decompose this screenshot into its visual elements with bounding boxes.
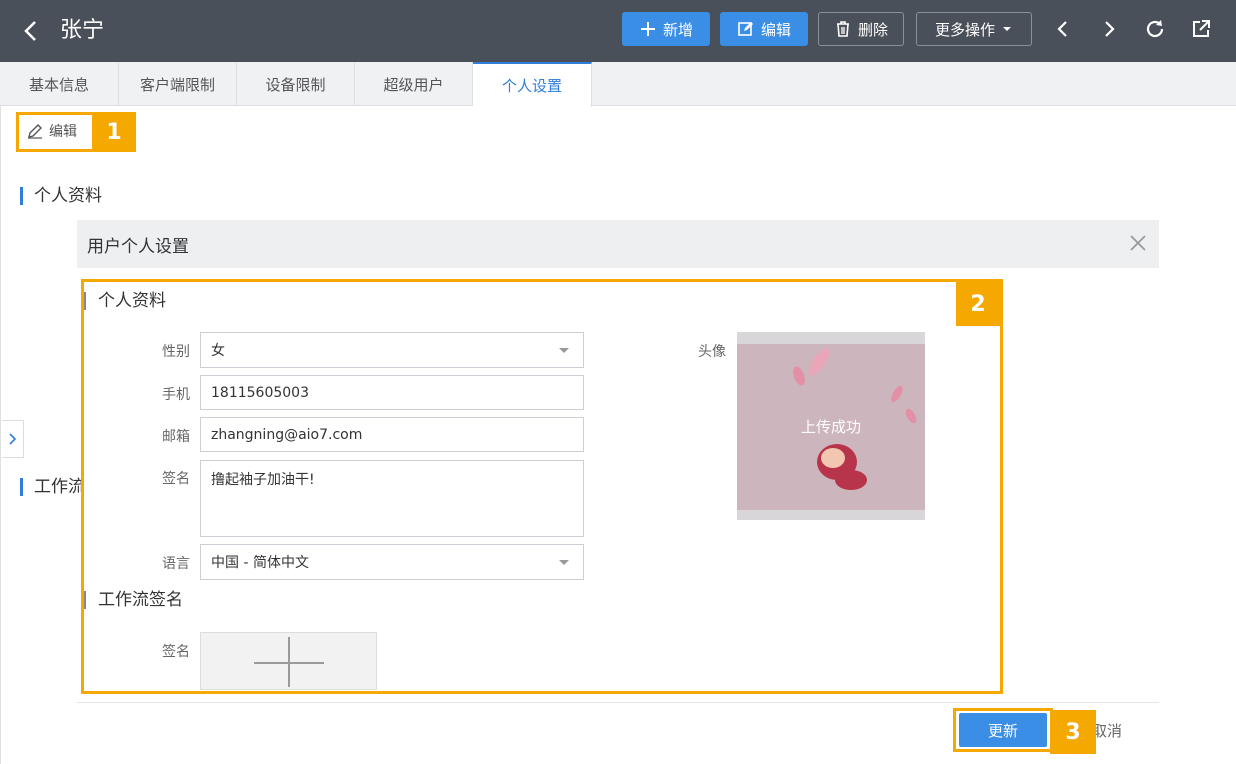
page: 张宁 新增 编辑 删除 更多操作 基本信息 客户端限制 设备限制 超级用户 个人… <box>0 0 1236 764</box>
avatar-upload[interactable]: 上传成功 <box>737 332 925 520</box>
edit-header-button[interactable]: 编辑 <box>720 12 808 46</box>
avatar-label: 头像 <box>698 344 726 360</box>
language-value: 中国 - 简体中文 <box>211 555 309 571</box>
more-actions-label: 更多操作 <box>934 20 995 39</box>
plus-icon <box>640 22 655 36</box>
section-workflow-partial: 工作流 <box>20 476 85 498</box>
update-button[interactable]: 更新 <box>959 713 1047 747</box>
tab-personal-settings[interactable]: 个人设置 <box>473 62 592 107</box>
phone-value: 18115605003 <box>211 384 309 401</box>
signature-textarea[interactable]: 撸起袖子加油干! <box>200 460 584 537</box>
gender-label: 性别 <box>162 344 190 360</box>
email-label: 邮箱 <box>162 429 190 445</box>
top-header: 张宁 新增 编辑 删除 更多操作 <box>0 0 1236 62</box>
signature-value: 撸起袖子加油干! <box>211 472 315 488</box>
dialog-header: 用户个人设置 <box>77 220 1159 268</box>
page-title: 张宁 <box>60 18 105 43</box>
tab-super-user[interactable]: 超级用户 <box>355 62 473 106</box>
delete-button-label: 删除 <box>857 20 888 39</box>
tab-basic-info[interactable]: 基本信息 <box>0 62 119 106</box>
close-icon[interactable] <box>1127 232 1149 254</box>
signature-label: 签名 <box>162 471 190 487</box>
delete-button[interactable]: 删除 <box>818 12 904 46</box>
workflow-signature-upload[interactable] <box>200 632 377 690</box>
sidebar-expand-toggle[interactable] <box>2 420 24 458</box>
callout-3-badge: 3 <box>1050 710 1096 754</box>
edit-icon <box>738 22 753 36</box>
phone-input[interactable]: 18115605003 <box>200 375 584 410</box>
tab-bar: 基本信息 客户端限制 设备限制 超级用户 个人设置 <box>0 62 1236 107</box>
back-arrow-icon[interactable] <box>14 14 48 48</box>
tab-client-restrictions[interactable]: 客户端限制 <box>119 62 237 106</box>
section-personal-profile: 个人资料 <box>20 185 102 207</box>
email-input[interactable]: zhangning@aio7.com <box>200 417 584 452</box>
refresh-icon[interactable] <box>1142 16 1168 42</box>
dialog-section-profile: 个人资料 <box>84 290 166 312</box>
left-border <box>0 106 1 764</box>
gender-select[interactable]: 女 <box>200 332 584 368</box>
email-value: zhangning@aio7.com <box>211 426 363 443</box>
callout-2-badge: 2 <box>956 282 1000 326</box>
open-external-icon[interactable] <box>1188 16 1214 42</box>
previous-icon[interactable] <box>1050 16 1076 42</box>
trash-icon <box>836 21 849 37</box>
add-button-label: 新增 <box>662 20 693 39</box>
edit-link[interactable]: 编辑 <box>20 116 90 146</box>
chevron-right-icon <box>8 433 16 445</box>
gender-value: 女 <box>211 343 225 359</box>
language-select[interactable]: 中国 - 简体中文 <box>200 544 584 580</box>
caret-down-icon <box>1003 27 1011 31</box>
callout-1-badge: 1 <box>92 112 136 152</box>
tab-device-restrictions[interactable]: 设备限制 <box>237 62 355 106</box>
edit-header-button-label: 编辑 <box>760 20 791 39</box>
phone-label: 手机 <box>162 387 190 403</box>
workflow-signature-label: 签名 <box>162 644 190 660</box>
cancel-button[interactable]: 取消 <box>1092 720 1122 741</box>
add-button[interactable]: 新增 <box>622 12 710 46</box>
dialog-title: 用户个人设置 <box>87 237 189 257</box>
next-icon[interactable] <box>1096 16 1122 42</box>
edit-link-label: 编辑 <box>49 124 77 140</box>
language-label: 语言 <box>162 556 190 572</box>
dialog-section-workflow: 工作流签名 <box>84 589 183 611</box>
pencil-icon <box>28 124 42 139</box>
dialog-footer-divider <box>77 702 1159 703</box>
avatar-bottom-strip <box>737 510 925 520</box>
avatar-upload-status: 上传成功 <box>800 418 861 436</box>
more-actions-dropdown[interactable]: 更多操作 <box>916 12 1032 46</box>
